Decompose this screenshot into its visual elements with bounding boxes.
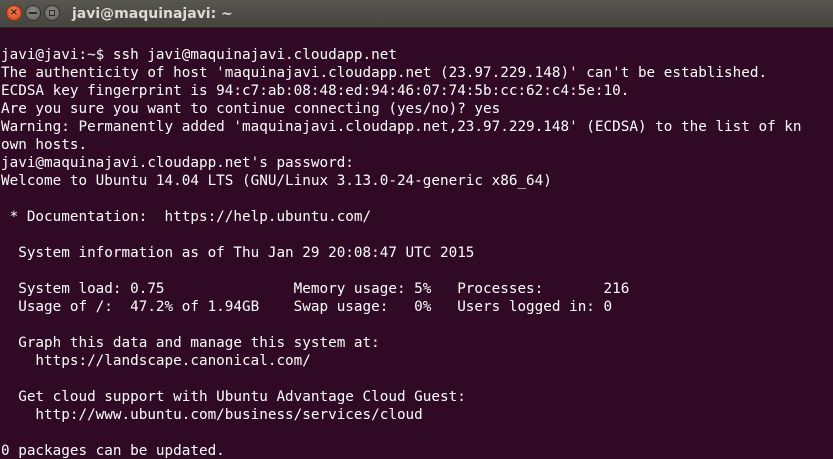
terminal-line: ECDSA key fingerprint is 94:c7:ab:08:48:… bbox=[1, 83, 630, 99]
terminal-line: https://landscape.canonical.com/ bbox=[1, 353, 311, 369]
terminal-line: javi@maquinajavi.cloudapp.net's password… bbox=[1, 155, 354, 171]
maximize-icon bbox=[49, 10, 55, 16]
title-bar[interactable]: × javi@maquinajavi: ~ bbox=[0, 0, 833, 28]
terminal-line: Get cloud support with Ubuntu Advantage … bbox=[1, 389, 466, 405]
minimize-icon bbox=[29, 12, 37, 14]
terminal-window: × javi@maquinajavi: ~ javi@javi:~$ ssh j… bbox=[0, 0, 833, 459]
terminal-line: * Documentation: https://help.ubuntu.com… bbox=[1, 209, 372, 225]
terminal-line: Welcome to Ubuntu 14.04 LTS (GNU/Linux 3… bbox=[1, 173, 552, 189]
terminal-line: Warning: Permanently added 'maquinajavi.… bbox=[1, 119, 802, 135]
maximize-button[interactable] bbox=[44, 5, 60, 21]
terminal-line: Usage of /: 47.2% of 1.94GB Swap usage: … bbox=[1, 299, 613, 315]
close-icon: × bbox=[9, 7, 19, 18]
terminal-output[interactable]: javi@javi:~$ ssh javi@maquinajavi.clouda… bbox=[0, 28, 833, 459]
terminal-line: System information as of Thu Jan 29 20:0… bbox=[1, 245, 475, 261]
terminal-line: own hosts. bbox=[1, 137, 88, 153]
terminal-line: Are you sure you want to continue connec… bbox=[1, 101, 501, 117]
close-button[interactable]: × bbox=[6, 5, 22, 21]
minimize-button[interactable] bbox=[25, 5, 41, 21]
terminal-line: System load: 0.75 Memory usage: 5% Proce… bbox=[1, 281, 630, 297]
terminal-line: javi@javi:~$ ssh javi@maquinajavi.clouda… bbox=[1, 47, 397, 63]
terminal-line: http://www.ubuntu.com/business/services/… bbox=[1, 407, 423, 423]
terminal-line: 0 packages can be updated. bbox=[1, 443, 225, 459]
window-title: javi@maquinajavi: ~ bbox=[72, 6, 233, 22]
terminal-line: The authenticity of host 'maquinajavi.cl… bbox=[1, 65, 768, 81]
terminal-lines: javi@javi:~$ ssh javi@maquinajavi.clouda… bbox=[1, 46, 802, 459]
terminal-line: Graph this data and manage this system a… bbox=[1, 335, 380, 351]
